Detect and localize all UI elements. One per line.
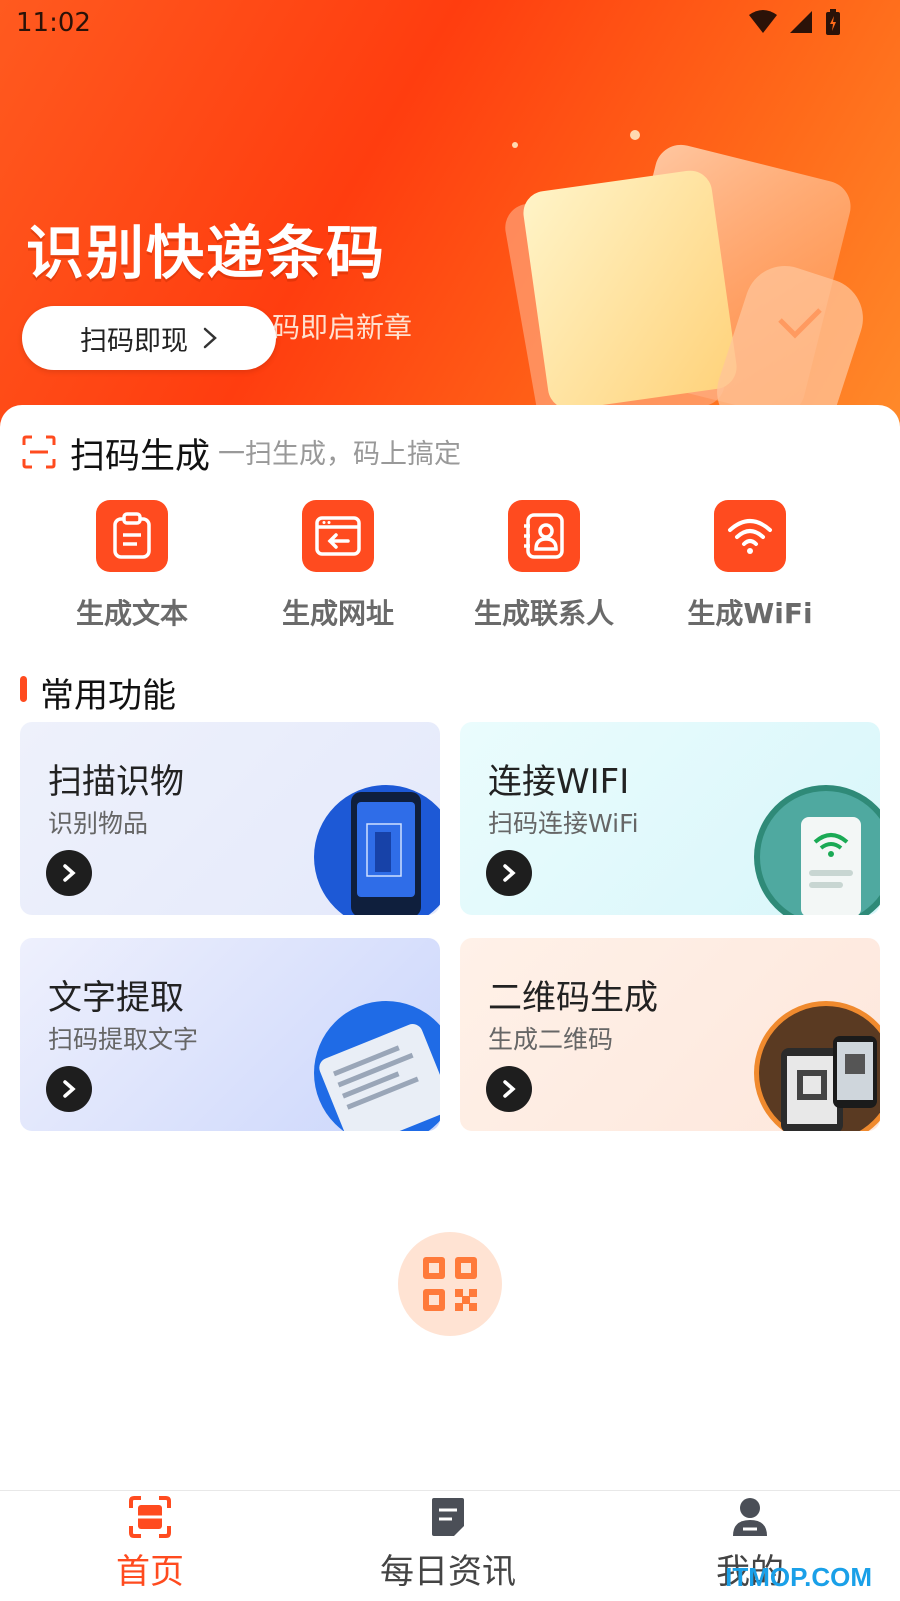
battery-icon xyxy=(826,9,840,35)
banner-scan-button[interactable]: 扫码即现 xyxy=(22,306,276,370)
arrow-right-circle-icon[interactable] xyxy=(46,1066,92,1112)
function-card-scan-object[interactable]: 扫描识物 识别物品 xyxy=(20,722,440,915)
qr-code-icon xyxy=(423,1257,477,1311)
generate-url-item[interactable]: 生成网址 xyxy=(238,500,438,632)
status-time: 11:02 xyxy=(16,8,91,38)
qr-scan-button[interactable] xyxy=(398,1232,502,1336)
generate-text-label: 生成文本 xyxy=(75,597,188,630)
function-card-subtitle: 识别物品 xyxy=(48,809,149,838)
cell-signal-icon xyxy=(790,11,812,33)
banner-subtitle: 码即启新章 xyxy=(272,311,413,344)
banner-button-label: 扫码即现 xyxy=(80,325,188,357)
phone-qr-image xyxy=(754,1001,880,1131)
wifi-icon xyxy=(714,500,786,572)
arrow-right-circle-icon[interactable] xyxy=(486,1066,532,1112)
scan-home-icon xyxy=(129,1496,171,1538)
nav-daily-news-label: 每日资讯 xyxy=(380,1552,516,1592)
person-icon xyxy=(733,1498,767,1536)
common-functions-title: 常用功能 xyxy=(40,676,176,716)
phone-wifi-image xyxy=(754,785,880,915)
nav-daily-news[interactable]: 每日资讯 xyxy=(348,1496,548,1593)
scan-generate-title: 扫码生成 xyxy=(70,437,211,477)
generate-wifi-item[interactable]: 生成WiFi xyxy=(650,500,850,632)
function-card-title: 二维码生成 xyxy=(488,978,658,1018)
function-card-connect-wifi[interactable]: 连接WIFI 扫码连接WiFi xyxy=(460,722,880,915)
chevron-right-icon xyxy=(203,327,217,349)
banner-title: 识别快递条码 xyxy=(26,219,387,287)
phone-scan-object-image xyxy=(314,785,440,915)
function-card-title: 连接WIFI xyxy=(488,762,630,802)
document-icon xyxy=(432,1498,464,1536)
nav-home[interactable]: 首页 xyxy=(50,1496,250,1593)
generate-contact-item[interactable]: 生成联系人 xyxy=(444,500,644,632)
hero-illustration xyxy=(505,130,863,430)
arrow-right-circle-icon[interactable] xyxy=(486,850,532,896)
section-accent-bar xyxy=(20,676,27,702)
scan-frame-icon xyxy=(22,435,56,469)
generate-wifi-label: 生成WiFi xyxy=(687,597,813,630)
scan-generate-description: 一扫生成，码上搞定 xyxy=(218,439,461,470)
hero-banner[interactable]: 11:02 识别快递条码 码即启新章 扫码即现 xyxy=(0,0,900,430)
browser-icon xyxy=(302,500,374,572)
nav-home-label: 首页 xyxy=(116,1552,184,1592)
phone-text-scan-image xyxy=(314,1001,440,1131)
generate-text-item[interactable]: 生成文本 xyxy=(32,500,232,632)
function-card-subtitle: 扫码提取文字 xyxy=(48,1025,199,1054)
contact-icon xyxy=(508,500,580,572)
function-card-subtitle: 生成二维码 xyxy=(488,1025,614,1054)
function-card-title: 扫描识物 xyxy=(48,762,184,802)
wifi-signal-icon xyxy=(749,10,777,33)
clipboard-icon xyxy=(96,500,168,572)
function-card-title: 文字提取 xyxy=(48,978,184,1018)
function-card-qr-generate[interactable]: 二维码生成 生成二维码 xyxy=(460,938,880,1131)
function-card-text-extract[interactable]: 文字提取 扫码提取文字 xyxy=(20,938,440,1131)
generate-contact-label: 生成联系人 xyxy=(473,597,614,630)
arrow-right-circle-icon[interactable] xyxy=(46,850,92,896)
watermark: ITMOP.COM xyxy=(725,1562,872,1592)
status-icons xyxy=(748,8,842,36)
function-card-subtitle: 扫码连接WiFi xyxy=(488,809,639,838)
generate-url-label: 生成网址 xyxy=(281,597,394,630)
